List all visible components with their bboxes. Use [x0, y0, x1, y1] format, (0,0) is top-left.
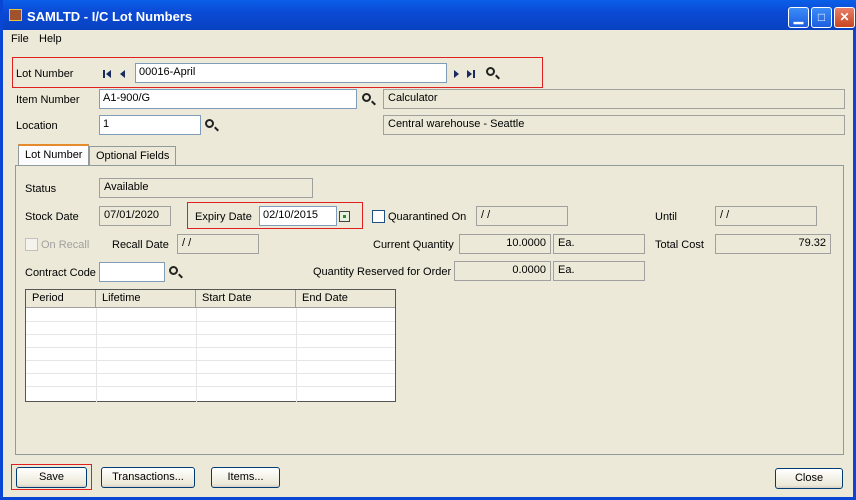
location-label: Location — [16, 120, 58, 132]
lot-number-input[interactable]: 00016-April — [135, 63, 447, 83]
items-button[interactable]: Items... — [211, 467, 280, 488]
tab-optional-fields-label: Optional Fields — [96, 150, 170, 162]
recall-date-value: / / — [177, 234, 259, 254]
quarantined-on-label: Quarantined On — [388, 211, 467, 223]
on-recall-checkbox[interactable] — [25, 238, 38, 251]
recall-date-label: Recall Date — [112, 239, 169, 251]
last-record-icon[interactable] — [467, 69, 479, 79]
stock-date-label: Stock Date — [25, 211, 79, 223]
tab-optional-fields[interactable]: Optional Fields — [89, 146, 177, 167]
grid-divider — [96, 308, 97, 402]
lot-number-search-icon[interactable] — [486, 67, 495, 76]
next-record-icon[interactable] — [453, 69, 465, 79]
minimize-icon: ▁ — [793, 10, 804, 24]
grid-divider — [196, 308, 197, 402]
qty-reserved-value: 0.0000 — [454, 261, 551, 281]
menu-bar: File Help — [3, 30, 853, 49]
lot-number-label: Lot Number — [16, 68, 74, 80]
menu-help[interactable]: Help — [39, 33, 62, 45]
first-record-icon[interactable] — [103, 69, 115, 79]
previous-record-icon[interactable] — [119, 69, 131, 79]
maximize-button[interactable]: □ — [811, 7, 832, 28]
item-number-label: Item Number — [16, 94, 80, 106]
location-search-icon[interactable] — [205, 119, 214, 128]
contract-code-input[interactable] — [99, 262, 165, 282]
location-input[interactable]: 1 — [99, 115, 201, 135]
location-description: Central warehouse - Seattle — [383, 115, 845, 135]
grid-header-period[interactable]: Period — [26, 290, 96, 308]
status-label: Status — [25, 183, 57, 195]
quarantined-on-checkbox[interactable] — [372, 210, 385, 223]
on-recall-label: On Recall — [41, 239, 90, 251]
quarantined-on-value: / / — [476, 206, 568, 226]
total-cost-value: 79.32 — [715, 234, 831, 254]
expiry-date-input[interactable]: 02/10/2015 — [259, 206, 337, 226]
contract-code-label: Contract Code — [25, 267, 96, 279]
grid-divider — [296, 308, 297, 402]
contract-code-search-icon[interactable] — [169, 266, 178, 275]
grid-row-line — [26, 334, 395, 335]
main-window: SAMLTD - I/C Lot Numbers ▁ □ ✕ File Help… — [0, 0, 856, 500]
expiry-date-label: Expiry Date — [195, 211, 252, 223]
maximize-icon: □ — [817, 10, 826, 24]
item-number-search-icon[interactable] — [362, 93, 371, 102]
status-value: Available — [99, 178, 313, 198]
grid-row-line — [26, 386, 395, 387]
current-quantity-unit: Ea. — [553, 234, 645, 254]
tab-lot-number[interactable]: Lot Number — [18, 144, 90, 167]
item-description: Calculator — [383, 89, 845, 109]
grid-row-line — [26, 360, 395, 361]
app-icon — [9, 9, 22, 21]
current-quantity-label: Current Quantity — [373, 239, 454, 251]
transactions-button[interactable]: Transactions... — [101, 467, 195, 488]
close-icon: ✕ — [839, 10, 850, 24]
item-number-input[interactable]: A1-900/G — [99, 89, 357, 109]
current-quantity-value: 10.0000 — [459, 234, 551, 254]
until-label: Until — [655, 211, 678, 223]
grid-row-line — [26, 373, 395, 374]
calendar-icon[interactable] — [339, 211, 350, 222]
stock-date-value: 07/01/2020 — [99, 206, 171, 226]
save-button[interactable]: Save — [16, 467, 87, 488]
until-value: / / — [715, 206, 817, 226]
grid-header-lifetime[interactable]: Lifetime — [96, 290, 196, 308]
grid-header-start-date[interactable]: Start Date — [196, 290, 296, 308]
period-grid[interactable]: Period Lifetime Start Date End Date — [25, 289, 396, 402]
qty-reserved-label: Quantity Reserved for Order — [313, 266, 452, 278]
grid-row-line — [26, 347, 395, 348]
minimize-button[interactable]: ▁ — [788, 7, 809, 28]
qty-reserved-unit: Ea. — [553, 261, 645, 281]
menu-file[interactable]: File — [11, 33, 29, 45]
window-title: SAMLTD - I/C Lot Numbers — [27, 9, 193, 24]
total-cost-label: Total Cost — [655, 239, 704, 251]
grid-row-line — [26, 321, 395, 322]
tab-lot-number-label: Lot Number — [25, 149, 83, 161]
close-window-button[interactable]: ✕ — [834, 7, 855, 28]
close-button[interactable]: Close — [775, 468, 843, 489]
title-bar[interactable]: SAMLTD - I/C Lot Numbers ▁ □ ✕ — [3, 0, 856, 30]
grid-header-end-date[interactable]: End Date — [296, 290, 395, 308]
